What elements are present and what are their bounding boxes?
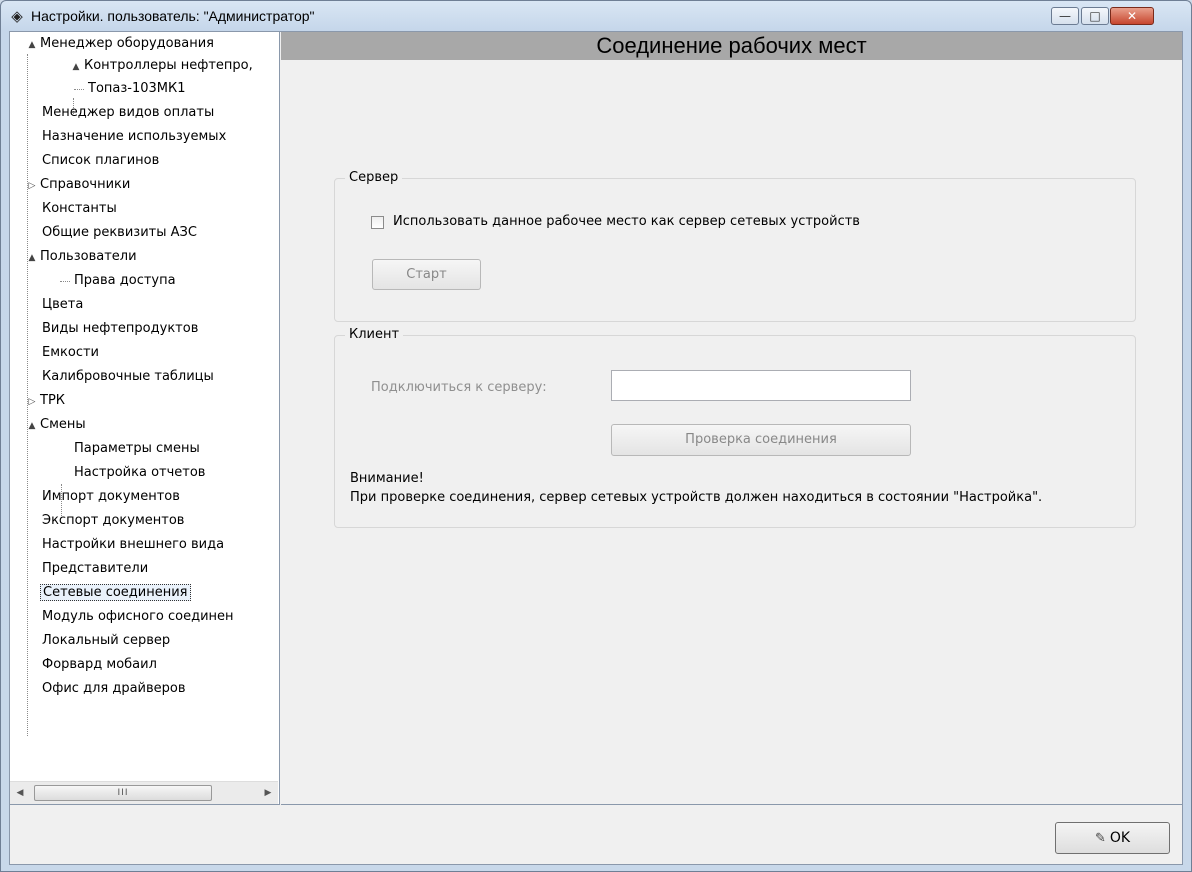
- tree-item-calibration-tables[interactable]: Калибровочные таблицы: [28, 366, 216, 388]
- settings-diamond-icon: ◈: [11, 7, 23, 25]
- tree-item-tanks[interactable]: Емкости: [28, 342, 101, 364]
- expand-arrow-icon[interactable]: ▷: [26, 391, 38, 413]
- scroll-right-icon[interactable]: ▶: [261, 786, 275, 800]
- start-button[interactable]: Старт: [372, 259, 481, 290]
- scrollbar-thumb[interactable]: III: [34, 785, 212, 801]
- tree-item-plugins[interactable]: Список плагинов: [28, 150, 161, 172]
- server-group: Сервер Использовать данное рабочее место…: [334, 170, 1136, 322]
- minimize-icon: —: [1059, 9, 1071, 23]
- client-group: Клиент Подключиться к серверу: Проверка …: [334, 327, 1136, 528]
- ok-pencil-icon: ✎: [1094, 831, 1106, 846]
- title-bar[interactable]: ◈ Настройки. пользователь: "Администрато…: [1, 1, 1191, 31]
- tree-item-representatives[interactable]: Представители: [28, 558, 150, 580]
- tree-item-constants[interactable]: Константы: [28, 198, 119, 220]
- scroll-left-icon[interactable]: ◀: [13, 786, 27, 800]
- minimize-button[interactable]: —: [1051, 7, 1079, 25]
- warning-text: При проверке соединения, сервер сетевых …: [350, 490, 1043, 505]
- tree-item-shift-params[interactable]: Параметры смены: [60, 438, 202, 460]
- maximize-button[interactable]: □: [1081, 7, 1109, 25]
- tree-item-office-drivers[interactable]: Офис для драйверов: [28, 678, 188, 700]
- tree-item-fuel-controllers[interactable]: ▲ Контроллеры нефтепро,: [70, 55, 255, 77]
- expand-arrow-icon[interactable]: ▷: [26, 175, 38, 197]
- settings-window: ◈ Настройки. пользователь: "Администрато…: [0, 0, 1192, 872]
- tree-item-local-server[interactable]: Локальный сервер: [28, 630, 172, 652]
- tree-item-report-settings[interactable]: Настройка отчетов: [60, 462, 207, 484]
- close-button[interactable]: ✕: [1110, 7, 1154, 25]
- server-address-input[interactable]: [611, 370, 911, 401]
- warning-title: Внимание!: [350, 471, 424, 486]
- settings-tree[interactable]: ▲ Менеджер оборудования ▲ Контроллеры нефт…: [10, 32, 280, 805]
- dialog-footer: ✎ OK: [10, 805, 1182, 864]
- tree-item-payment-manager[interactable]: Менеджер видов оплаты: [28, 102, 216, 124]
- tree-item-export-docs[interactable]: Экспорт документов: [28, 510, 186, 532]
- tree-item-equipment-manager[interactable]: ▲ Менеджер оборудования: [26, 33, 216, 55]
- collapse-arrow-icon[interactable]: ▲: [26, 415, 38, 437]
- page-title-bar: Соединение рабочих мест: [281, 32, 1182, 60]
- connect-to-server-label: Подключиться к серверу:: [371, 380, 547, 395]
- tree-item-network-connections[interactable]: Сетевые соединения: [28, 582, 191, 604]
- tree-item-users[interactable]: ▲ Пользователи: [26, 246, 139, 268]
- server-group-legend: Сервер: [345, 170, 403, 186]
- use-as-server-checkbox[interactable]: [371, 216, 384, 229]
- dialog-client-area: ▲ Менеджер оборудования ▲ Контроллеры нефт…: [9, 31, 1183, 865]
- tree-item-access-rights[interactable]: Права доступа: [60, 270, 178, 292]
- tree-item-topaz[interactable]: Топаз-103МК1: [74, 78, 188, 100]
- tree-item-forward-mobile[interactable]: Форвард мобаил: [28, 654, 159, 676]
- collapse-arrow-icon[interactable]: ▲: [26, 247, 38, 269]
- tree-item-office-module[interactable]: Модуль офисного соединен: [28, 606, 236, 628]
- check-connection-button[interactable]: Проверка соединения: [611, 424, 911, 456]
- tree-branch: [60, 281, 70, 282]
- tree-item-import-docs[interactable]: Импорт документов: [28, 486, 182, 508]
- client-group-legend: Клиент: [345, 327, 404, 343]
- maximize-icon: □: [1089, 9, 1101, 23]
- horizontal-scrollbar[interactable]: ◀ III ▶: [10, 781, 278, 804]
- ok-button-label: OK: [1109, 830, 1131, 846]
- page-title: Соединение рабочих мест: [596, 33, 867, 58]
- tree-branch: [74, 89, 84, 90]
- tree-item-directories[interactable]: ▷ Справочники: [26, 174, 132, 196]
- tree-item-trk[interactable]: ▷ ТРК: [26, 390, 67, 412]
- tree-item-shifts[interactable]: ▲ Смены: [26, 414, 88, 436]
- tree-item-appearance[interactable]: Настройки внешнего вида: [28, 534, 226, 556]
- collapse-arrow-icon[interactable]: ▲: [26, 34, 38, 56]
- tree-item-gas-station-details[interactable]: Общие реквизиты АЗС: [28, 222, 199, 244]
- tree-item-fuel-types[interactable]: Виды нефтепродуктов: [28, 318, 200, 340]
- grip-icon: III: [117, 788, 129, 798]
- collapse-arrow-icon[interactable]: ▲: [70, 56, 82, 78]
- ok-button[interactable]: ✎ OK: [1055, 822, 1170, 854]
- settings-content-panel: Соединение рабочих мест Сервер Использов…: [281, 32, 1182, 805]
- use-as-server-label[interactable]: Использовать данное рабочее место как се…: [393, 214, 860, 229]
- close-icon: ✕: [1126, 9, 1138, 23]
- tree-item-assignment[interactable]: Назначение используемых: [28, 126, 228, 148]
- tree-item-colors[interactable]: Цвета: [28, 294, 85, 316]
- window-title: Настройки. пользователь: "Администратор": [31, 8, 315, 24]
